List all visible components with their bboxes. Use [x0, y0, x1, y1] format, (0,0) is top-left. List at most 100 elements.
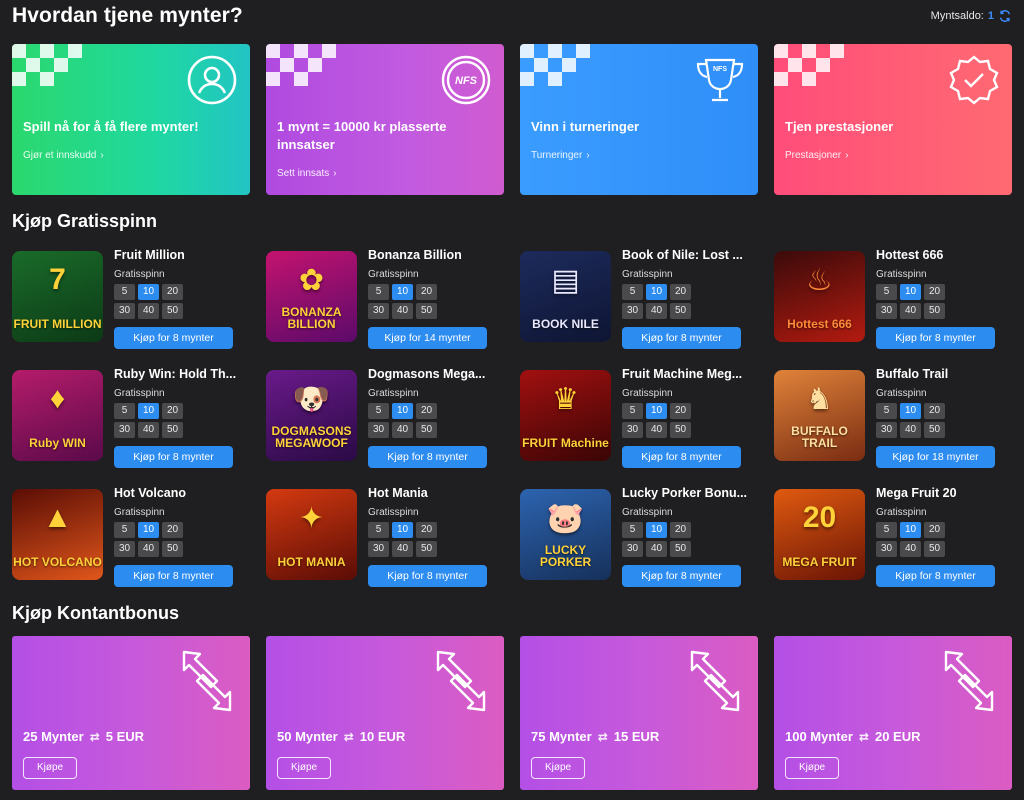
spin-option-10[interactable]: 10: [646, 284, 667, 300]
spin-option-30[interactable]: 30: [114, 422, 135, 438]
earn-card-achievements[interactable]: Tjen prestasjoner Prestasjoner ›: [774, 44, 1012, 195]
spin-option-20[interactable]: 20: [416, 522, 437, 538]
buy-spins-button[interactable]: Kjøp for 8 mynter: [622, 446, 741, 468]
spin-option-5[interactable]: 5: [876, 403, 897, 419]
spin-option-50[interactable]: 50: [162, 303, 183, 319]
spin-option-30[interactable]: 30: [368, 422, 389, 438]
spin-option-30[interactable]: 30: [114, 303, 135, 319]
spin-option-50[interactable]: 50: [162, 541, 183, 557]
game-thumbnail[interactable]: ♨ Hottest 666: [774, 251, 865, 342]
spin-option-10[interactable]: 10: [646, 522, 667, 538]
buy-cash-bonus-button[interactable]: Kjøpe: [785, 757, 839, 779]
game-thumbnail[interactable]: 7 FRUIT MILLION: [12, 251, 103, 342]
spin-option-5[interactable]: 5: [622, 284, 643, 300]
spin-option-5[interactable]: 5: [368, 522, 389, 538]
spin-option-5[interactable]: 5: [368, 284, 389, 300]
spin-option-40[interactable]: 40: [138, 422, 159, 438]
spin-option-5[interactable]: 5: [622, 522, 643, 538]
spin-option-40[interactable]: 40: [900, 303, 921, 319]
spin-option-40[interactable]: 40: [646, 541, 667, 557]
spin-option-40[interactable]: 40: [392, 422, 413, 438]
spin-option-50[interactable]: 50: [670, 422, 691, 438]
spin-option-50[interactable]: 50: [924, 541, 945, 557]
buy-spins-button[interactable]: Kjøp for 8 mynter: [114, 565, 233, 587]
game-thumbnail[interactable]: 🐷 LUCKY PORKER: [520, 489, 611, 580]
spin-option-50[interactable]: 50: [924, 303, 945, 319]
earn-card-bets[interactable]: NFS 1 mynt = 10000 kr plasserte innsatse…: [266, 44, 504, 195]
buy-spins-button[interactable]: Kjøp for 8 mynter: [622, 565, 741, 587]
game-thumbnail[interactable]: 20 MEGA FRUIT: [774, 489, 865, 580]
earn-card-link[interactable]: Turneringer ›: [531, 150, 590, 161]
spin-option-40[interactable]: 40: [646, 422, 667, 438]
spin-option-40[interactable]: 40: [900, 541, 921, 557]
spin-option-5[interactable]: 5: [114, 403, 135, 419]
spin-option-40[interactable]: 40: [646, 303, 667, 319]
spin-option-30[interactable]: 30: [876, 303, 897, 319]
spin-option-50[interactable]: 50: [670, 303, 691, 319]
spin-option-10[interactable]: 10: [392, 522, 413, 538]
spin-option-40[interactable]: 40: [392, 541, 413, 557]
spin-option-50[interactable]: 50: [416, 303, 437, 319]
spin-option-50[interactable]: 50: [924, 422, 945, 438]
spin-option-5[interactable]: 5: [114, 284, 135, 300]
game-thumbnail[interactable]: ✦ HOT MANIA: [266, 489, 357, 580]
spin-option-50[interactable]: 50: [670, 541, 691, 557]
buy-cash-bonus-button[interactable]: Kjøpe: [531, 757, 585, 779]
earn-card-link[interactable]: Sett innsats ›: [277, 168, 337, 179]
earn-card-link[interactable]: Prestasjoner ›: [785, 150, 848, 161]
earn-card-link[interactable]: Gjør et innskudd ›: [23, 150, 104, 161]
spin-option-20[interactable]: 20: [924, 284, 945, 300]
buy-spins-button[interactable]: Kjøp for 8 mynter: [368, 565, 487, 587]
spin-option-10[interactable]: 10: [138, 522, 159, 538]
spin-option-20[interactable]: 20: [162, 284, 183, 300]
spin-option-30[interactable]: 30: [876, 422, 897, 438]
spin-option-5[interactable]: 5: [876, 284, 897, 300]
spin-option-50[interactable]: 50: [416, 422, 437, 438]
buy-spins-button[interactable]: Kjøp for 8 mynter: [876, 327, 995, 349]
spin-option-20[interactable]: 20: [924, 403, 945, 419]
spin-option-10[interactable]: 10: [900, 403, 921, 419]
spin-option-10[interactable]: 10: [392, 403, 413, 419]
spin-option-20[interactable]: 20: [670, 403, 691, 419]
refresh-icon[interactable]: [998, 9, 1012, 23]
spin-option-40[interactable]: 40: [392, 303, 413, 319]
spin-option-20[interactable]: 20: [670, 522, 691, 538]
spin-option-30[interactable]: 30: [368, 303, 389, 319]
spin-option-50[interactable]: 50: [416, 541, 437, 557]
spin-option-5[interactable]: 5: [622, 403, 643, 419]
spin-option-5[interactable]: 5: [368, 403, 389, 419]
buy-spins-button[interactable]: Kjøp for 14 mynter: [368, 327, 487, 349]
spin-option-30[interactable]: 30: [368, 541, 389, 557]
spin-option-10[interactable]: 10: [900, 522, 921, 538]
buy-spins-button[interactable]: Kjøp for 18 mynter: [876, 446, 995, 468]
spin-option-30[interactable]: 30: [114, 541, 135, 557]
spin-option-40[interactable]: 40: [900, 422, 921, 438]
spin-option-30[interactable]: 30: [622, 541, 643, 557]
spin-option-40[interactable]: 40: [138, 541, 159, 557]
spin-option-30[interactable]: 30: [622, 303, 643, 319]
game-thumbnail[interactable]: ♦ Ruby WIN: [12, 370, 103, 461]
game-thumbnail[interactable]: 🐶 DOGMASONS MEGAWOOF: [266, 370, 357, 461]
buy-spins-button[interactable]: Kjøp for 8 mynter: [876, 565, 995, 587]
spin-option-40[interactable]: 40: [138, 303, 159, 319]
buy-spins-button[interactable]: Kjøp for 8 mynter: [622, 327, 741, 349]
buy-spins-button[interactable]: Kjøp for 8 mynter: [114, 446, 233, 468]
spin-option-10[interactable]: 10: [392, 284, 413, 300]
spin-option-50[interactable]: 50: [162, 422, 183, 438]
spin-option-10[interactable]: 10: [646, 403, 667, 419]
spin-option-30[interactable]: 30: [622, 422, 643, 438]
spin-option-10[interactable]: 10: [138, 403, 159, 419]
spin-option-10[interactable]: 10: [138, 284, 159, 300]
spin-option-20[interactable]: 20: [162, 403, 183, 419]
spin-option-20[interactable]: 20: [416, 284, 437, 300]
spin-option-5[interactable]: 5: [114, 522, 135, 538]
earn-card-tournaments[interactable]: NFS Vinn i turneringer Turneringer ›: [520, 44, 758, 195]
buy-cash-bonus-button[interactable]: Kjøpe: [23, 757, 77, 779]
spin-option-20[interactable]: 20: [162, 522, 183, 538]
game-thumbnail[interactable]: ▤ BOOK NILE: [520, 251, 611, 342]
buy-spins-button[interactable]: Kjøp for 8 mynter: [114, 327, 233, 349]
game-thumbnail[interactable]: ♞ BUFFALO TRAIL: [774, 370, 865, 461]
game-thumbnail[interactable]: ▲ HOT VOLCANO: [12, 489, 103, 580]
earn-card-deposit[interactable]: Spill nå for å få flere mynter! Gjør et …: [12, 44, 250, 195]
buy-cash-bonus-button[interactable]: Kjøpe: [277, 757, 331, 779]
